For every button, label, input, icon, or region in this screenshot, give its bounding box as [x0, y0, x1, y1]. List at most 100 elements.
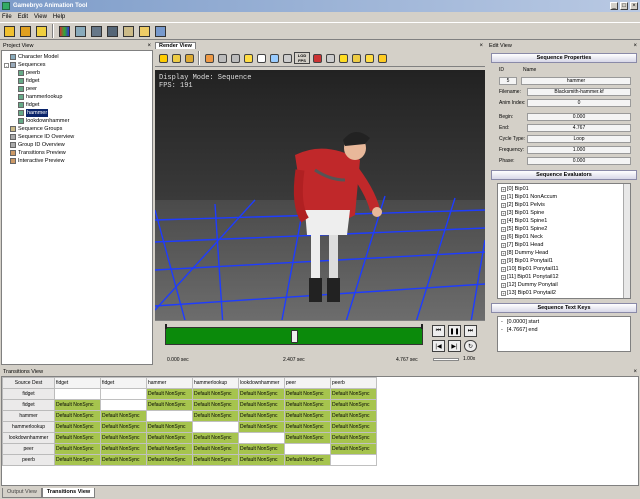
tree-item-interactive-preview[interactable]: Interactive Preview — [4, 157, 150, 165]
transition-cell[interactable] — [192, 421, 239, 433]
transition-cell[interactable]: Default NonSync — [54, 399, 101, 411]
speed-slider[interactable] — [433, 358, 459, 361]
column-header[interactable]: peerb — [330, 377, 377, 389]
sequence-evaluators-header[interactable]: Sequence Evaluators — [491, 170, 637, 180]
maximize-button[interactable]: □ — [620, 2, 628, 10]
move-button[interactable] — [157, 52, 169, 64]
frame-button[interactable] — [255, 52, 267, 64]
transition-cell[interactable]: Default NonSync — [100, 454, 147, 466]
tree-item-transitions-preview[interactable]: Transitions Preview — [4, 149, 150, 157]
evaluators-scrollbar[interactable] — [623, 184, 630, 298]
transition-cell[interactable]: Default NonSync — [330, 388, 377, 400]
expand-icon[interactable]: + — [501, 218, 506, 224]
tree-item-lookdownhammer[interactable]: lookdownhammer — [4, 117, 150, 125]
column-header[interactable]: peer — [284, 377, 331, 389]
transition-cell[interactable] — [238, 432, 285, 444]
anim-index-field[interactable]: 0 — [527, 98, 631, 107]
transition-cell[interactable]: Default NonSync — [54, 443, 101, 455]
evaluator-item[interactable]: + [3] Bip01 Spine — [501, 209, 630, 217]
transition-cell[interactable]: Default NonSync — [284, 432, 331, 444]
text-keys-list[interactable]: - [0.0000] start - [4.7667] end — [497, 316, 631, 352]
transition-cell[interactable]: Default NonSync — [284, 410, 331, 422]
row-header[interactable]: peer — [2, 443, 55, 455]
expand-icon[interactable]: + — [501, 234, 506, 240]
transition-cell[interactable]: Default NonSync — [54, 432, 101, 444]
collapse-icon[interactable]: - — [4, 62, 9, 68]
phase-field[interactable]: 0.000 — [527, 156, 631, 165]
column-header[interactable]: hammer — [146, 377, 193, 389]
tab-transitions-view[interactable]: Transitions View — [41, 488, 96, 498]
frequency-field[interactable]: 1.000 — [527, 145, 631, 154]
expand-icon[interactable]: + — [501, 202, 506, 208]
expand-icon[interactable]: + — [501, 282, 506, 288]
tab-render-view[interactable]: Render View — [155, 42, 196, 49]
evaluator-item[interactable]: + [5] Bip01 Spine2 — [501, 225, 630, 233]
evaluator-item[interactable]: + [9] Bip01 Ponytail1 — [501, 257, 630, 265]
tool-a-button[interactable] — [216, 52, 228, 64]
sequence-text-keys-header[interactable]: Sequence Text Keys — [491, 303, 637, 313]
sound-button[interactable] — [376, 52, 388, 64]
transition-cell[interactable]: Default NonSync — [100, 421, 147, 433]
snap-button[interactable] — [350, 52, 362, 64]
expand-icon[interactable]: + — [501, 258, 506, 264]
minimize-button[interactable]: _ — [610, 2, 618, 10]
tree-item-fidget-2[interactable]: fidget — [4, 101, 150, 109]
tree-item-peer[interactable]: peer — [4, 85, 150, 93]
view-button[interactable] — [153, 24, 168, 39]
transition-cell[interactable]: Default NonSync — [100, 432, 147, 444]
close-icon[interactable]: × — [633, 369, 637, 375]
close-icon[interactable]: × — [633, 43, 637, 49]
transition-cell[interactable]: Default NonSync — [284, 388, 331, 400]
column-header[interactable]: hammerlookup — [192, 377, 239, 389]
text-key-item[interactable]: - [0.0000] start — [501, 318, 630, 326]
open-button[interactable] — [2, 24, 17, 39]
evaluator-item[interactable]: + [11] Bip01 Ponytail12 — [501, 273, 630, 281]
first-frame-button[interactable]: |◀ — [432, 340, 445, 352]
tree-item-fidget[interactable]: fidget — [4, 77, 150, 85]
transition-cell[interactable]: Default NonSync — [330, 399, 377, 411]
transition-cell[interactable]: Default NonSync — [330, 410, 377, 422]
expand-icon[interactable]: + — [501, 186, 506, 192]
transition-cell[interactable]: Default NonSync — [146, 454, 193, 466]
transition-cell[interactable]: Default NonSync — [54, 454, 101, 466]
expand-icon[interactable]: + — [501, 266, 506, 272]
transition-cell[interactable]: Default NonSync — [146, 421, 193, 433]
transition-cell[interactable]: Default NonSync — [192, 432, 239, 444]
expand-icon[interactable]: + — [501, 194, 506, 200]
tree-item-sequence-groups[interactable]: Sequence Groups — [4, 125, 150, 133]
tab-output-view[interactable]: Output View — [2, 488, 42, 498]
grid-button[interactable] — [268, 52, 280, 64]
begin-field[interactable]: 0.000 — [527, 112, 631, 121]
transition-cell[interactable]: Default NonSync — [284, 454, 331, 466]
transition-cell[interactable]: Default NonSync — [192, 410, 239, 422]
refresh-button[interactable] — [18, 24, 33, 39]
sequence-button[interactable] — [89, 24, 104, 39]
tool-b-button[interactable] — [229, 52, 241, 64]
last-frame-button[interactable]: ▶| — [448, 340, 461, 352]
transition-cell[interactable]: Default NonSync — [54, 421, 101, 433]
rotate-button[interactable] — [170, 52, 182, 64]
end-field[interactable]: 4.767 — [527, 123, 631, 132]
transition-cell[interactable]: Default NonSync — [192, 399, 239, 411]
transition-cell[interactable]: Default NonSync — [284, 399, 331, 411]
project-tree[interactable]: Character Model - Sequences peerb fidget … — [1, 50, 153, 365]
transition-cell[interactable]: Default NonSync — [238, 443, 285, 455]
transition-cell[interactable]: Default NonSync — [238, 399, 285, 411]
evaluator-item[interactable]: + [8] Dummy Head — [501, 249, 630, 257]
transition-cell[interactable]: Default NonSync — [192, 443, 239, 455]
evaluator-item[interactable]: + [7] Bip01 Head — [501, 241, 630, 249]
transition-cell[interactable]: Default NonSync — [238, 388, 285, 400]
column-header[interactable]: lookdownhammer — [238, 377, 285, 389]
tree-item-character-model[interactable]: Character Model — [4, 53, 150, 61]
bulb-button[interactable] — [337, 52, 349, 64]
close-icon[interactable]: × — [479, 43, 483, 49]
transition-cell[interactable] — [284, 443, 331, 455]
text-key-item[interactable]: - [4.7667] end — [501, 326, 630, 334]
expand-icon[interactable]: + — [501, 226, 506, 232]
bone-button[interactable] — [311, 52, 323, 64]
tree-item-group-id-overview[interactable]: Group ID Overview — [4, 141, 150, 149]
pause-button[interactable]: ❚❚ — [448, 325, 461, 337]
column-header[interactable]: fidget — [100, 377, 147, 389]
transition-cell[interactable]: Default NonSync — [238, 421, 285, 433]
evaluator-item[interactable]: + [1] Bip01 NonAccum — [501, 193, 630, 201]
